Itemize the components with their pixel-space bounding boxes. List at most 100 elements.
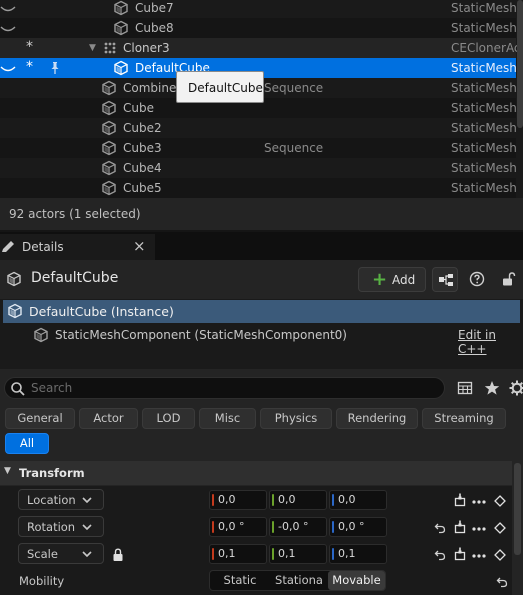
blueprint-button[interactable] <box>432 267 458 292</box>
keyframe-diamond-icon[interactable] <box>494 522 506 534</box>
unsaved-star: * <box>26 39 33 55</box>
rotation-z-field[interactable]: 0,0 ° <box>329 517 387 537</box>
mobility-stationary-option[interactable]: Stationa <box>270 571 328 590</box>
component-label: StaticMeshComponent (StaticMeshComponent… <box>55 328 347 342</box>
outliner-row-label: Cube5 <box>123 181 162 195</box>
favorites-star-icon[interactable] <box>484 380 500 396</box>
rotation-dropdown[interactable]: Rotation <box>18 516 104 537</box>
outliner-row-cloner3[interactable]: * ▼ Cloner3 CEClonerAc <box>0 38 521 58</box>
mobility-movable-option[interactable]: Movable <box>328 571 385 590</box>
outliner-row-label: Combined <box>123 81 184 95</box>
outliner-row-label: Cube3 <box>123 141 162 155</box>
cube-icon <box>7 303 23 319</box>
chevron-down-icon <box>82 551 92 557</box>
outliner-row-label: Cube <box>123 101 154 115</box>
keyframe-diamond-icon[interactable] <box>494 549 506 561</box>
outliner-row-label: Cube7 <box>135 1 174 15</box>
chevron-down-icon <box>82 497 92 503</box>
rotation-y-field[interactable]: -0,0 ° <box>269 517 327 537</box>
pivot-icon[interactable] <box>454 520 466 534</box>
location-y-field[interactable]: 0,0 <box>269 490 327 510</box>
reset-to-default-icon[interactable] <box>434 522 446 534</box>
unlock-icon[interactable] <box>500 271 516 287</box>
outliner-row-label: Cube4 <box>123 161 162 175</box>
outliner-row-type: StaticMesh <box>451 121 517 135</box>
mobility-static-option[interactable]: Static <box>210 571 270 590</box>
outliner-row-type: StaticMesh <box>451 81 517 95</box>
mobility-label: Mobility <box>19 574 65 588</box>
edit-in-cpp-link[interactable]: Edit in C++ <box>458 328 520 356</box>
outliner-row-cube3[interactable]: Cube3 Sequence StaticMesh <box>0 138 517 158</box>
location-label: Location <box>27 493 76 507</box>
scale-y-field[interactable]: 0,1 <box>269 544 327 564</box>
help-icon[interactable] <box>469 271 485 287</box>
more-options-icon[interactable] <box>472 554 486 558</box>
eye-icon[interactable] <box>0 64 16 74</box>
rotation-x-field[interactable]: 0,0 ° <box>209 517 267 537</box>
tab-details[interactable]: Details × <box>0 234 155 260</box>
pin-icon[interactable] <box>47 60 63 76</box>
outliner-row-type: StaticMesh <box>451 161 517 175</box>
search-box[interactable]: Search <box>4 377 445 399</box>
outliner-row-type: StaticMesh <box>451 181 517 195</box>
scale-z-field[interactable]: 0,1 <box>329 544 387 564</box>
details-tab-bar: Details × <box>0 232 523 260</box>
reset-to-default-icon[interactable] <box>434 549 446 561</box>
settings-gear-icon[interactable] <box>509 380 523 396</box>
outliner-scrollbar[interactable] <box>517 0 523 128</box>
cube-icon <box>101 120 117 136</box>
scale-x-field[interactable]: 0,1 <box>209 544 267 564</box>
lock-icon[interactable] <box>112 548 124 562</box>
reset-to-default-icon[interactable] <box>496 576 508 588</box>
actor-count: 92 actors (1 selected) <box>9 207 141 221</box>
outliner-row-label: Cloner3 <box>123 41 170 55</box>
transform-section-header[interactable]: ▼ Transform <box>0 461 512 485</box>
location-x-field[interactable]: 0,0 <box>209 490 267 510</box>
more-options-icon[interactable] <box>472 527 486 531</box>
add-button[interactable]: + Add <box>358 267 426 292</box>
outliner-row-cube5[interactable]: Cube5 StaticMesh <box>0 178 517 198</box>
add-button-label: Add <box>392 273 416 287</box>
cube-icon <box>113 20 129 36</box>
filter-rendering[interactable]: Rendering <box>336 408 418 429</box>
instance-row[interactable]: DefaultCube (Instance) <box>3 300 520 323</box>
filter-all[interactable]: All <box>5 433 49 454</box>
keyframe-diamond-icon[interactable] <box>494 495 506 507</box>
filter-physics[interactable]: Physics <box>260 408 332 429</box>
cube-icon <box>101 80 117 96</box>
filter-actor[interactable]: Actor <box>79 408 138 429</box>
collapse-arrow-icon[interactable]: ▼ <box>89 41 96 55</box>
location-z-field[interactable]: 0,0 <box>329 490 387 510</box>
table-view-icon[interactable] <box>457 380 473 396</box>
outliner-row-extra: Sequence <box>264 81 324 95</box>
collapse-arrow-icon: ▼ <box>4 466 11 476</box>
outliner-row-type: StaticMesh <box>451 101 517 115</box>
scale-dropdown[interactable]: Scale <box>18 543 104 564</box>
actor-name: DefaultCube <box>31 270 119 286</box>
scale-label: Scale <box>27 547 58 561</box>
component-row[interactable]: StaticMeshComponent (StaticMeshComponent… <box>3 324 520 356</box>
outliner-row-label: Cube2 <box>123 121 162 135</box>
more-options-icon[interactable] <box>472 500 486 504</box>
location-dropdown[interactable]: Location <box>18 489 104 510</box>
outliner-row-cube2[interactable]: Cube2 StaticMesh <box>0 118 517 138</box>
pivot-icon[interactable] <box>454 493 466 507</box>
filter-streaming[interactable]: Streaming <box>422 408 506 429</box>
eye-icon[interactable] <box>0 4 16 14</box>
instance-label: DefaultCube (Instance) <box>29 304 174 319</box>
details-scrollbar[interactable] <box>514 463 521 555</box>
cube-icon <box>113 0 129 16</box>
filter-general[interactable]: General <box>5 408 75 429</box>
search-icon <box>11 382 25 396</box>
outliner-panel: Cube7 StaticMesh Cube8 StaticMesh * ▼ Cl… <box>0 0 523 198</box>
outliner-row-cube8[interactable]: Cube8 StaticMesh <box>0 18 517 38</box>
tab-close-icon[interactable]: × <box>133 237 146 255</box>
pivot-icon[interactable] <box>454 547 466 561</box>
outliner-status-bar: 92 actors (1 selected) <box>0 198 523 230</box>
filter-misc[interactable]: Misc <box>199 408 256 429</box>
outliner-row-cube7[interactable]: Cube7 StaticMesh <box>0 0 517 18</box>
outliner-row-type: StaticMesh <box>451 61 517 75</box>
outliner-row-cube4[interactable]: Cube4 StaticMesh <box>0 158 517 178</box>
filter-lod[interactable]: LOD <box>142 408 195 429</box>
eye-icon[interactable] <box>0 24 16 34</box>
